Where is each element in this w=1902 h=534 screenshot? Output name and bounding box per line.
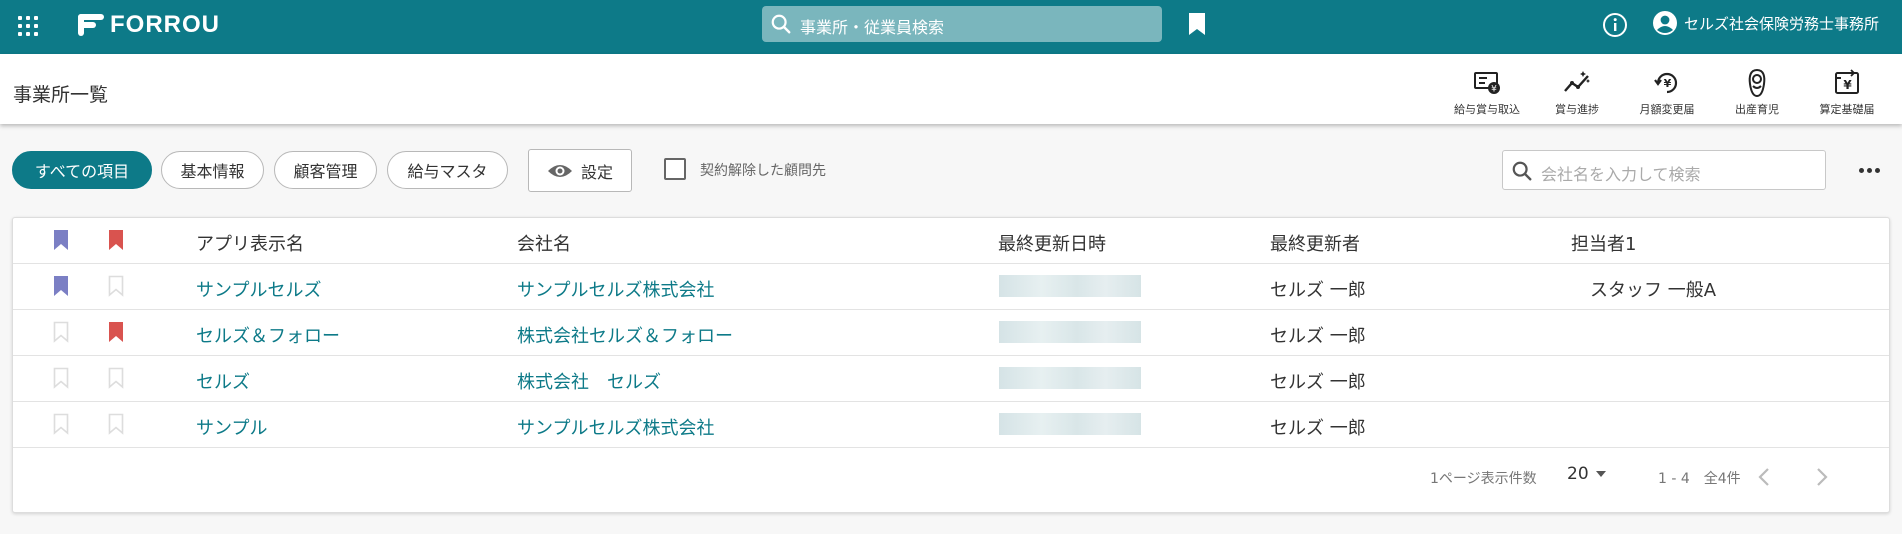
bookmark-empty-icon[interactable] (108, 367, 124, 389)
chip-basic-info[interactable]: 基本情報 (161, 151, 264, 189)
tool-label: 給与賞与取込 (1454, 103, 1520, 116)
column-header-updated-by[interactable]: 最終更新者 (1270, 230, 1360, 256)
rows-per-page-select[interactable]: 20 (1567, 464, 1607, 484)
page-title: 事業所一覧 (13, 84, 109, 106)
updated-by: セルズ 一郎 (1270, 280, 1366, 301)
childbirth-icon (1748, 68, 1766, 98)
tool-label: 算定基礎届 (1819, 103, 1875, 116)
chip-all-items[interactable]: すべての項目 (12, 151, 152, 189)
logo-mark-icon (76, 12, 106, 38)
chip-salary-master[interactable]: 給与マスタ (387, 151, 508, 189)
company-name-link[interactable]: 株式会社 セルズ (517, 368, 661, 394)
salary-import-icon: ¥ (1474, 72, 1500, 95)
chevron-left-icon[interactable] (1757, 466, 1771, 488)
user-menu[interactable]: セルズ社会保険労務士事務所 (1652, 10, 1879, 36)
caret-down-icon (1595, 471, 1606, 477)
global-search-placeholder: 事業所・従業員検索 (800, 18, 945, 37)
bookmark-icon[interactable] (1188, 12, 1206, 40)
chevron-right-icon[interactable] (1815, 466, 1829, 488)
app-name-link[interactable]: サンプルセルズ (196, 276, 321, 302)
info-icon[interactable] (1601, 11, 1629, 43)
bookmark-purple-icon[interactable] (53, 275, 69, 297)
table-row[interactable]: セルズ＆フォロー 株式会社セルズ＆フォロー セルズ 一郎 (13, 310, 1889, 356)
pagination-range: 1 - 4 全4件 (1658, 471, 1741, 487)
logo[interactable]: FORROU (76, 10, 220, 40)
company-table: アプリ表示名 会社名 最終更新日時 最終更新者 担当者1 サンプルセルズ サンプ… (12, 217, 1890, 513)
settings-label: 設定 (580, 162, 613, 182)
tool-salary-import[interactable]: ¥ 給与賞与取込 (1444, 68, 1530, 118)
settings-button[interactable]: 設定 (528, 149, 632, 192)
tool-label: 月額変更届 (1639, 103, 1695, 116)
redacted-updated-at (999, 367, 1141, 389)
tool-childbirth[interactable]: 出産育児 (1714, 68, 1800, 118)
logo-text: FORROU (110, 11, 220, 38)
redacted-updated-at (999, 275, 1141, 297)
app-name-link[interactable]: サンプル (196, 414, 267, 440)
svg-text:¥: ¥ (1664, 77, 1672, 90)
column-header-app-name[interactable]: アプリ表示名 (196, 230, 304, 256)
sub-header: 事業所一覧 ¥ 給与賞与取込 賞与進捗 ¥ 月額変更届 出産育児 ¥ 算定基礎届 (0, 54, 1902, 124)
rows-per-page-label: 1ページ表示件数 (1430, 471, 1537, 487)
tool-monthly-change[interactable]: ¥ 月額変更届 (1624, 68, 1710, 118)
monthly-change-icon: ¥ (1654, 72, 1678, 94)
bookmark-empty-icon[interactable] (53, 321, 69, 343)
bookmark-empty-icon[interactable] (53, 413, 69, 435)
table-row[interactable]: セルズ 株式会社 セルズ セルズ 一郎 (13, 356, 1889, 402)
search-icon (1512, 161, 1532, 181)
search-icon (771, 14, 791, 34)
table-row[interactable]: サンプル サンプルセルズ株式会社 セルズ 一郎 (13, 402, 1889, 448)
company-name-link[interactable]: サンプルセルズ株式会社 (517, 414, 714, 440)
redacted-updated-at (999, 413, 1141, 435)
table-row[interactable]: サンプルセルズ サンプルセルズ株式会社 セルズ 一郎 スタッフ 一般A (13, 264, 1889, 310)
tool-calculation-base[interactable]: ¥ 算定基礎届 (1804, 68, 1890, 118)
person-in-charge: スタッフ 一般A (1590, 280, 1717, 301)
calculation-base-icon: ¥ (1835, 69, 1859, 94)
company-search-placeholder: 会社名を入力して検索 (1541, 165, 1701, 184)
bookmark-purple-header-icon[interactable] (53, 229, 69, 251)
company-name-link[interactable]: 株式会社セルズ＆フォロー (517, 322, 733, 348)
bookmark-empty-icon[interactable] (53, 367, 69, 389)
more-options-icon[interactable] (1858, 160, 1882, 180)
global-search-input[interactable]: 事業所・従業員検索 (762, 6, 1162, 42)
user-name: セルズ社会保険労務士事務所 (1684, 14, 1880, 33)
company-name-link[interactable]: サンプルセルズ株式会社 (517, 276, 714, 302)
account-circle-icon (1653, 11, 1677, 35)
table-header-row: アプリ表示名 会社名 最終更新日時 最終更新者 担当者1 (13, 218, 1889, 264)
bonus-progress-icon (1564, 71, 1590, 92)
company-search-input[interactable]: 会社名を入力して検索 (1502, 150, 1826, 190)
apps-grid-icon[interactable] (16, 14, 40, 38)
app-name-link[interactable]: セルズ＆フォロー (196, 322, 340, 348)
terminated-contract-checkbox[interactable] (664, 158, 686, 180)
column-header-company[interactable]: 会社名 (517, 230, 571, 256)
chip-customer-management[interactable]: 顧客管理 (274, 151, 377, 189)
top-bar: FORROU 事業所・従業員検索 セルズ社会保険労務士事務所 (0, 0, 1902, 54)
bookmark-empty-icon[interactable] (108, 275, 124, 297)
bookmark-red-header-icon[interactable] (108, 229, 124, 251)
eye-icon (547, 164, 572, 177)
bookmark-red-icon[interactable] (108, 321, 124, 343)
updated-by: セルズ 一郎 (1270, 326, 1366, 347)
tool-bonus-progress[interactable]: 賞与進捗 (1534, 68, 1620, 118)
redacted-updated-at (999, 321, 1141, 343)
tool-label: 出産育児 (1735, 103, 1779, 116)
column-header-updated-at[interactable]: 最終更新日時 (998, 230, 1106, 256)
rows-per-page-value: 20 (1567, 464, 1589, 484)
tool-label: 賞与進捗 (1555, 103, 1599, 116)
svg-text:¥: ¥ (1491, 85, 1497, 95)
app-name-link[interactable]: セルズ (196, 368, 250, 394)
terminated-contract-label: 契約解除した顧問先 (700, 163, 826, 179)
column-header-person[interactable]: 担当者1 (1571, 230, 1636, 256)
bookmark-empty-icon[interactable] (108, 413, 124, 435)
svg-text:¥: ¥ (1843, 78, 1852, 92)
updated-by: セルズ 一郎 (1270, 372, 1366, 393)
updated-by: セルズ 一郎 (1270, 418, 1366, 439)
